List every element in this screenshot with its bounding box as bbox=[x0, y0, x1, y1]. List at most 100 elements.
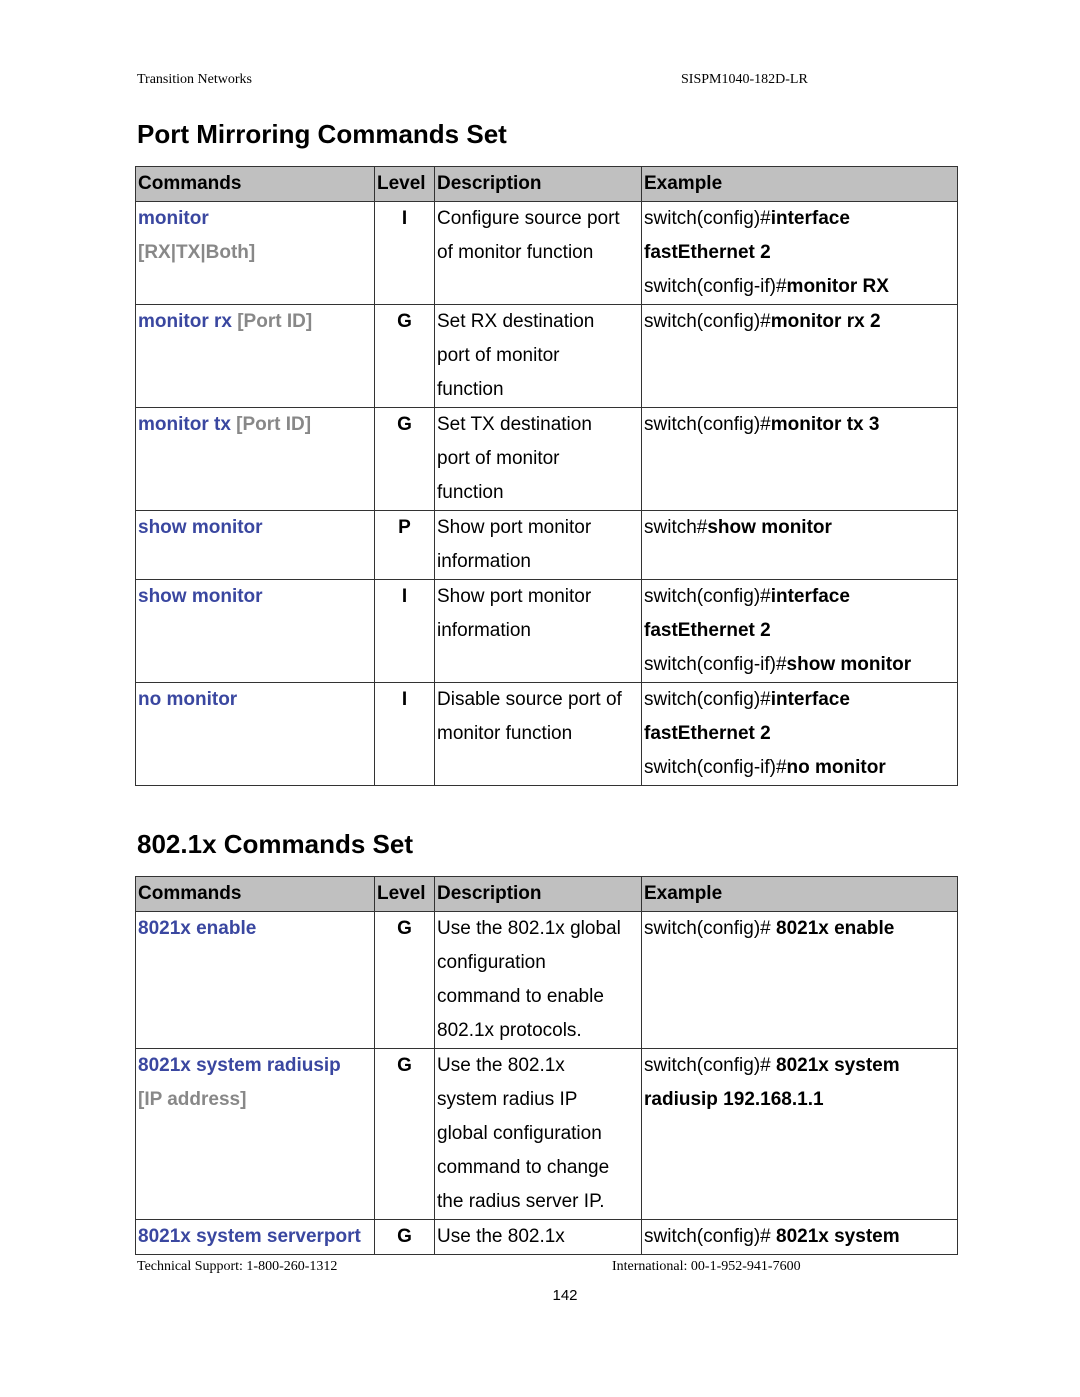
description-line: the radius server IP. bbox=[437, 1191, 605, 1212]
table-row: monitor tx [Port ID] G Set TX destination p… bbox=[135, 407, 958, 511]
column-header-level: Level bbox=[374, 166, 435, 202]
table-row: 8021x enable G Use the 802.1x global config… bbox=[135, 911, 958, 1049]
command-cell: no monitor bbox=[135, 682, 375, 786]
example-command: 8021x system bbox=[776, 1226, 900, 1247]
description-line: system radius IP bbox=[437, 1089, 578, 1110]
command-name: monitor tx bbox=[138, 414, 231, 435]
example-prompt: switch(config)# bbox=[644, 918, 776, 939]
command-cell: show monitor bbox=[135, 579, 375, 683]
example-line: fastEthernet 2 bbox=[644, 717, 955, 751]
description-line: command to change bbox=[437, 1157, 610, 1178]
command-parameter: [IP address] bbox=[138, 1089, 247, 1110]
description-line: Disable source port of bbox=[437, 689, 622, 710]
example-prompt: switch(config-if)# bbox=[644, 757, 787, 778]
example-prompt: switch# bbox=[644, 517, 708, 538]
example-cell: switch(config)# 8021x system radiusip 192… bbox=[641, 1048, 958, 1220]
page-number: 142 bbox=[552, 1287, 578, 1304]
description-line: command to enable bbox=[437, 986, 604, 1007]
command-name: no monitor bbox=[138, 689, 238, 710]
example-line: switch(config-if)#show monitor bbox=[644, 648, 955, 682]
command-cell: monitor [RX|TX|Both] bbox=[135, 201, 375, 305]
description-line: Use the 802.1x bbox=[437, 1055, 565, 1076]
example-command: radiusip 192.168.1.1 bbox=[644, 1089, 824, 1110]
level-cell: G bbox=[374, 407, 435, 511]
description-line: Configure source port bbox=[437, 208, 620, 229]
description-cell: Configure source port of monitor function bbox=[434, 201, 642, 305]
description-line: monitor function bbox=[437, 723, 573, 744]
table-row: 8021x system serverport G Use the 802.1x sw… bbox=[135, 1219, 958, 1255]
running-header-company: Transition Networks bbox=[137, 72, 252, 87]
footer-support: Technical Support: 1-800-260-1312 bbox=[137, 1259, 338, 1274]
example-command: 8021x system bbox=[776, 1055, 900, 1076]
description-line: configuration bbox=[437, 952, 546, 973]
example-command: interface bbox=[770, 208, 850, 229]
example-cell: switch(config)# 8021x system bbox=[641, 1219, 958, 1255]
description-cell: Show port monitor information bbox=[434, 510, 642, 580]
description-line: of monitor function bbox=[437, 242, 594, 263]
description-line: 802.1x protocols. bbox=[437, 1020, 582, 1041]
table-row: no monitor I Disable source port of monitor… bbox=[135, 682, 958, 786]
description-cell: Use the 802.1x bbox=[434, 1219, 642, 1255]
table-header-row: Commands Level Description Example bbox=[135, 876, 958, 912]
example-command: show monitor bbox=[786, 654, 912, 675]
description-cell: Use the 802.1x system radius IP global con… bbox=[434, 1048, 642, 1220]
example-line: switch(config-if)#no monitor bbox=[644, 751, 955, 785]
example-prompt: switch(config-if)# bbox=[644, 654, 787, 675]
column-header-description: Description bbox=[434, 876, 642, 912]
example-command: 8021x enable bbox=[776, 918, 895, 939]
description-line: information bbox=[437, 551, 531, 572]
command-name: 8021x system serverport bbox=[138, 1226, 361, 1247]
example-cell: switch(config)#monitor tx 3 bbox=[641, 407, 958, 511]
level-cell: P bbox=[374, 510, 435, 580]
level-cell: G bbox=[374, 1048, 435, 1220]
description-line: port of monitor bbox=[437, 345, 560, 366]
example-prompt: switch(config)# bbox=[644, 586, 771, 607]
level-cell: I bbox=[374, 682, 435, 786]
column-header-commands: Commands bbox=[135, 876, 375, 912]
command-cell: monitor tx [Port ID] bbox=[135, 407, 375, 511]
description-line: Show port monitor bbox=[437, 586, 592, 607]
example-line: switch(config)#monitor tx 3 bbox=[644, 408, 955, 442]
description-line: information bbox=[437, 620, 531, 641]
description-line: Use the 802.1x bbox=[437, 1226, 565, 1247]
port-mirroring-commands-table: Commands Level Description Example monit… bbox=[135, 166, 958, 786]
command-parameter: [Port ID] bbox=[237, 311, 313, 332]
example-line: radiusip 192.168.1.1 bbox=[644, 1083, 955, 1117]
command-cell: 8021x system radiusip [IP address] bbox=[135, 1048, 375, 1220]
running-header-model: SISPM1040-182D-LR bbox=[681, 72, 808, 87]
example-command: monitor tx 3 bbox=[770, 414, 880, 435]
description-line: port of monitor bbox=[437, 448, 560, 469]
description-line: function bbox=[437, 379, 504, 400]
level-cell: I bbox=[374, 201, 435, 305]
table-header-row: Commands Level Description Example bbox=[135, 166, 958, 202]
command-cell: show monitor bbox=[135, 510, 375, 580]
example-cell: switch(config)#interface fastEthernet 2 sw… bbox=[641, 201, 958, 305]
example-cell: switch(config)#interface fastEthernet 2 sw… bbox=[641, 579, 958, 683]
command-name: 8021x enable bbox=[138, 918, 257, 939]
command-name: show monitor bbox=[138, 586, 263, 607]
example-command: show monitor bbox=[707, 517, 832, 538]
command-cell: monitor rx [Port ID] bbox=[135, 304, 375, 408]
example-command: fastEthernet 2 bbox=[644, 723, 771, 744]
example-cell: switch(config)#monitor rx 2 bbox=[641, 304, 958, 408]
description-cell: Set TX destination port of monitor functio… bbox=[434, 407, 642, 511]
command-name: 8021x system radiusip bbox=[138, 1055, 341, 1076]
example-line: switch(config)#monitor rx 2 bbox=[644, 305, 955, 339]
table-row: monitor rx [Port ID] G Set RX destination p… bbox=[135, 304, 958, 408]
example-cell: switch(config)#interface fastEthernet 2 sw… bbox=[641, 682, 958, 786]
column-header-commands: Commands bbox=[135, 166, 375, 202]
example-line: switch(config)# 8021x system bbox=[644, 1049, 955, 1083]
example-prompt: switch(config)# bbox=[644, 689, 771, 710]
description-line: global configuration bbox=[437, 1123, 602, 1144]
column-header-example: Example bbox=[641, 166, 958, 202]
example-line: switch(config)# 8021x enable bbox=[644, 912, 955, 946]
column-header-level: Level bbox=[374, 876, 435, 912]
example-line: switch(config-if)#monitor RX bbox=[644, 270, 955, 304]
command-cell: 8021x system serverport bbox=[135, 1219, 375, 1255]
example-command: no monitor bbox=[786, 757, 886, 778]
command-parameter: [Port ID] bbox=[236, 414, 312, 435]
command-name: monitor bbox=[138, 208, 209, 229]
example-command: interface bbox=[770, 586, 850, 607]
column-header-example: Example bbox=[641, 876, 958, 912]
table-row: 8021x system radiusip [IP address] G Use th… bbox=[135, 1048, 958, 1220]
